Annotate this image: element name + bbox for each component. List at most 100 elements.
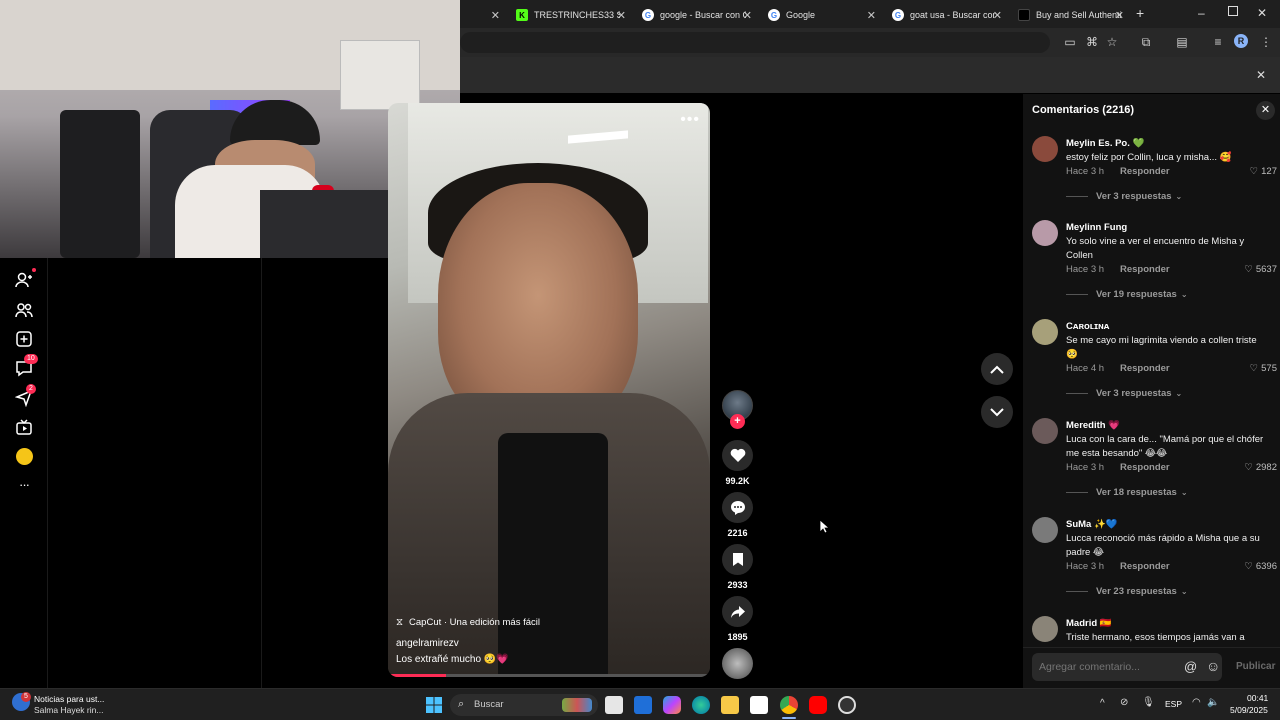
store-icon[interactable] <box>750 696 768 714</box>
bookmark-star-icon[interactable]: ☆ <box>1104 34 1120 50</box>
following-icon[interactable] <box>14 268 36 290</box>
close-tab-icon[interactable]: ✕ <box>993 9 1002 22</box>
menu-kebab-icon[interactable]: ⋮ <box>1258 34 1274 50</box>
comment-avatar[interactable] <box>1032 319 1058 345</box>
more-icon[interactable]: ··· <box>14 474 34 494</box>
network-off-icon[interactable]: ⊘ <box>1120 697 1128 708</box>
profile-avatar-icon[interactable] <box>14 446 34 466</box>
copilot-icon[interactable] <box>663 696 681 714</box>
view-replies-button[interactable]: Ver 3 respuestas ⌄ <box>1066 388 1182 399</box>
taskbar-search[interactable]: ⌕ Buscar <box>450 694 598 716</box>
comment-username[interactable]: Meylinn Fung <box>1066 222 1127 233</box>
emoji-icon[interactable]: ☺ <box>1206 658 1220 674</box>
reply-button[interactable]: Responder <box>1120 561 1170 572</box>
view-replies-button[interactable]: Ver 18 respuestas ⌄ <box>1066 487 1188 498</box>
mention-icon[interactable]: @ <box>1184 659 1197 674</box>
clock-time[interactable]: 00:41 <box>1247 693 1268 703</box>
windows-start-icon[interactable] <box>426 697 442 718</box>
comment-username[interactable]: Madrid 🇪🇸 <box>1066 618 1112 629</box>
youtube-icon[interactable] <box>809 696 827 714</box>
view-replies-button[interactable]: Ver 3 respuestas ⌄ <box>1066 191 1182 202</box>
news-subtitle[interactable]: Salma Hayek rin... <box>34 705 103 715</box>
comment-username[interactable]: Meredith 💗 <box>1066 420 1120 431</box>
sidebar-icon[interactable]: ▤ <box>1174 34 1190 50</box>
new-tab-icon[interactable]: + <box>1136 5 1144 21</box>
edge-icon[interactable] <box>692 696 710 714</box>
task-view-icon[interactable] <box>605 696 623 714</box>
browser-tab[interactable]: G google - Buscar con G ✕ <box>634 2 758 28</box>
browser-tab[interactable]: G goat usa - Buscar con ✕ <box>884 2 1008 28</box>
close-tab-icon[interactable]: ✕ <box>491 9 500 22</box>
close-tab-icon[interactable]: ✕ <box>1115 9 1124 22</box>
friends-icon[interactable] <box>14 300 34 320</box>
volume-icon[interactable]: 🔈 <box>1207 697 1219 708</box>
language-indicator[interactable]: ESP <box>1165 699 1182 709</box>
follow-plus-icon[interactable]: + <box>730 414 745 429</box>
close-tab-icon[interactable]: ✕ <box>743 9 752 22</box>
next-video-button[interactable] <box>981 396 1013 428</box>
live-icon[interactable] <box>14 417 34 437</box>
browser-tab-partial[interactable]: ✕ <box>462 2 506 28</box>
publish-button[interactable]: Publicar <box>1236 661 1275 672</box>
browser-tab[interactable]: K TRESTRINCHES33 Stre ✕ <box>508 2 632 28</box>
comment-avatar[interactable] <box>1032 418 1058 444</box>
music-disc[interactable] <box>722 648 753 679</box>
translate-icon[interactable]: ⌘ <box>1084 34 1100 50</box>
wifi-icon[interactable]: ◠ <box>1192 697 1201 708</box>
capcut-tag[interactable]: ⧖ CapCut · Una edición más fácil <box>396 617 540 628</box>
comment-like-button[interactable]: ♡ 6396 <box>1244 561 1277 572</box>
url-input[interactable] <box>460 32 1050 53</box>
cast-icon[interactable]: ▭ <box>1062 34 1078 50</box>
browser-tab[interactable]: G Google ✕ <box>760 2 882 28</box>
previous-video-button[interactable] <box>981 353 1013 385</box>
close-tab-icon[interactable]: ✕ <box>617 9 626 22</box>
writer-app-icon[interactable] <box>634 696 652 714</box>
messages-icon[interactable]: 2 <box>14 384 36 408</box>
comment-avatar[interactable] <box>1032 136 1058 162</box>
app-icon[interactable] <box>838 696 856 714</box>
video-progress-bar[interactable] <box>388 674 710 677</box>
close-infobar-icon[interactable]: ✕ <box>1256 68 1266 82</box>
chrome-icon[interactable] <box>780 696 798 714</box>
comment-like-count: 575 <box>1261 363 1277 374</box>
more-options-icon[interactable]: ••• <box>680 111 700 129</box>
comment-username[interactable]: SuMa ✨💙 <box>1066 519 1118 530</box>
save-button[interactable] <box>722 544 753 575</box>
minimize-icon[interactable]: – <box>1198 6 1205 20</box>
media-icon[interactable]: ≡ <box>1210 34 1226 50</box>
view-replies-button[interactable]: Ver 19 respuestas ⌄ <box>1066 289 1188 300</box>
extensions-icon[interactable]: ⧉ <box>1138 34 1154 50</box>
news-title[interactable]: Noticias para ust... <box>34 694 104 704</box>
profile-avatar[interactable]: R <box>1234 34 1248 48</box>
inbox-icon[interactable]: 10 <box>14 354 38 378</box>
comment-like-button[interactable]: ♡ 2982 <box>1244 462 1277 473</box>
reply-button[interactable]: Responder <box>1120 462 1170 473</box>
comment-avatar[interactable] <box>1032 220 1058 246</box>
maximize-icon[interactable] <box>1228 6 1238 16</box>
file-explorer-icon[interactable] <box>721 696 739 714</box>
reply-button[interactable]: Responder <box>1120 264 1170 275</box>
comment-username[interactable]: Cᴀʀᴏʟɪɴᴀ <box>1066 321 1109 332</box>
chevron-up-icon[interactable]: ^ <box>1100 698 1105 709</box>
close-comments-icon[interactable]: ✕ <box>1256 101 1275 120</box>
video-author[interactable]: angelramirezv <box>396 638 459 649</box>
comment-username[interactable]: Meylin Es. Po. 💚 <box>1066 138 1144 149</box>
share-button[interactable] <box>722 596 753 627</box>
like-button[interactable] <box>722 440 753 471</box>
comment-button[interactable] <box>722 492 753 523</box>
comment-like-button[interactable]: ♡ 575 <box>1250 363 1277 374</box>
reply-button[interactable]: Responder <box>1120 363 1170 374</box>
browser-tab[interactable]: Buy and Sell Authentic ✕ <box>1010 2 1130 28</box>
comment-like-button[interactable]: ♡ 5637 <box>1244 264 1277 275</box>
comment-like-button[interactable]: ♡ 127 <box>1250 166 1277 177</box>
video-player[interactable]: ••• ⧖ CapCut · Una edición más fácil ang… <box>388 103 710 677</box>
close-tab-icon[interactable]: ✕ <box>867 9 876 22</box>
comment-avatar[interactable] <box>1032 616 1058 642</box>
reply-button[interactable]: Responder <box>1120 166 1170 177</box>
clock-date[interactable]: 5/09/2025 <box>1230 705 1268 715</box>
view-replies-button[interactable]: Ver 23 respuestas ⌄ <box>1066 586 1188 597</box>
comment-avatar[interactable] <box>1032 517 1058 543</box>
microphone-icon[interactable]: 🎙 <box>1142 697 1155 708</box>
upload-icon[interactable] <box>14 329 34 349</box>
close-window-icon[interactable]: ✕ <box>1257 6 1267 20</box>
